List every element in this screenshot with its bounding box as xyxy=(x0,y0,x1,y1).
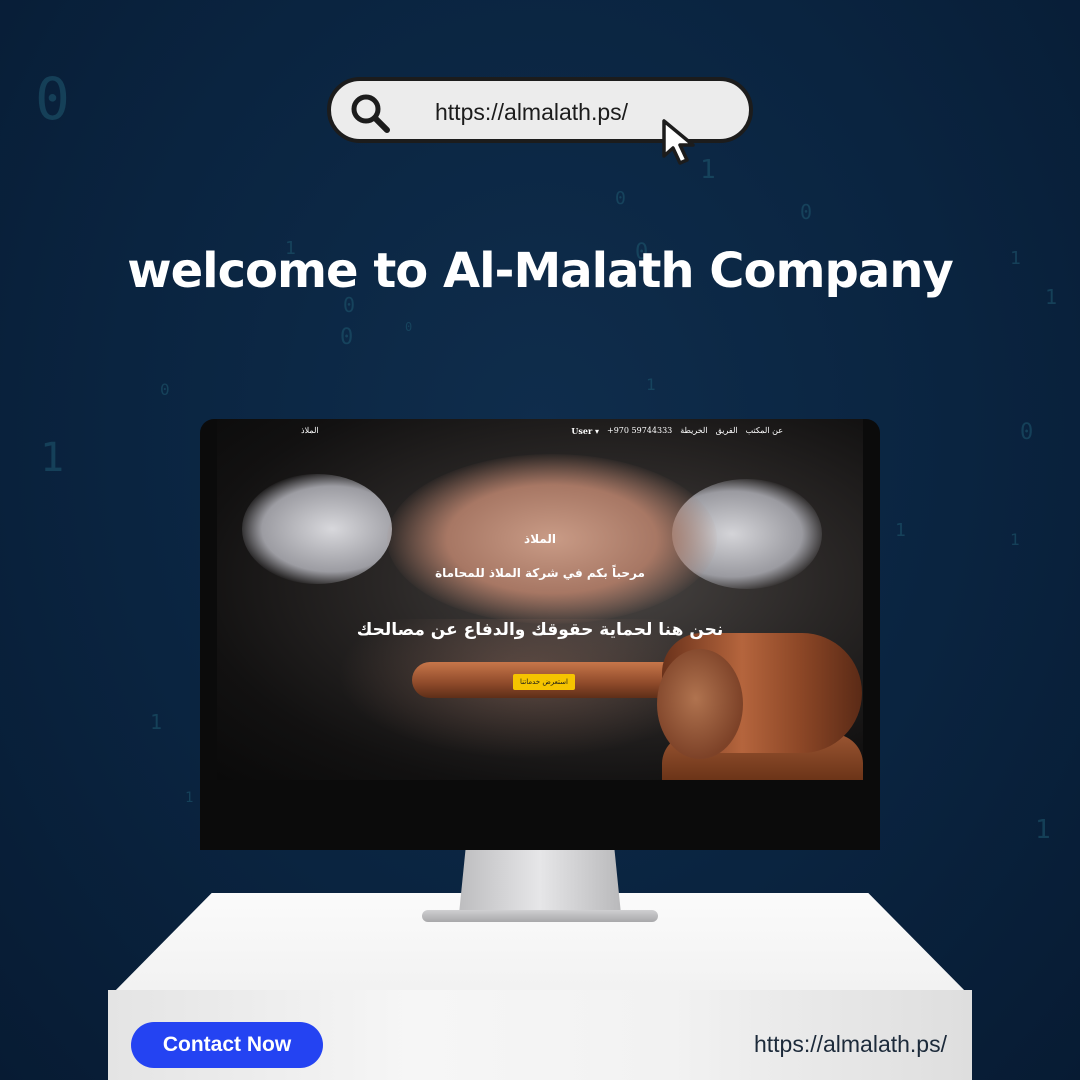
hero-brand: الملاذ xyxy=(524,532,556,546)
hero-tagline: نحن هنا لحماية حقوقك والدفاع عن مصالحك xyxy=(356,620,724,640)
contact-now-button[interactable]: Contact Now xyxy=(131,1022,323,1068)
website-screenshot: الملاذ عن المكتب الفريق الخريطة +970 597… xyxy=(217,419,863,780)
nav-links: عن المكتب الفريق الخريطة +970 59744333 U… xyxy=(571,426,783,436)
services-button[interactable]: استعرض خدماتنا xyxy=(513,674,575,690)
headline: welcome to Al-Malath Company xyxy=(127,243,953,299)
nav-link-about[interactable]: عن المكتب xyxy=(746,426,783,436)
nav-link-map[interactable]: الخريطة xyxy=(680,426,707,436)
nav-phone[interactable]: +970 59744333 xyxy=(607,426,672,436)
search-icon xyxy=(349,92,393,140)
hero-welcome: مرحباً بكم في شركة الملاذ للمحاماة xyxy=(435,566,645,580)
website-nav: الملاذ عن المكتب الفريق الخريطة +970 597… xyxy=(217,419,863,441)
monitor: الملاذ عن المكتب الفريق الخريطة +970 597… xyxy=(200,419,880,850)
url-text: https://almalath.ps/ xyxy=(435,99,629,125)
nav-user-menu[interactable]: User ▾ xyxy=(571,426,599,436)
nav-brand[interactable]: الملاذ xyxy=(301,426,319,435)
monitor-stand xyxy=(459,850,621,914)
footer-url[interactable]: https://almalath.ps/ xyxy=(754,1031,947,1058)
gavel-face xyxy=(657,649,743,759)
nav-link-team[interactable]: الفريق xyxy=(716,426,738,436)
monitor-stand-base xyxy=(422,910,658,922)
cursor-icon xyxy=(660,118,704,170)
